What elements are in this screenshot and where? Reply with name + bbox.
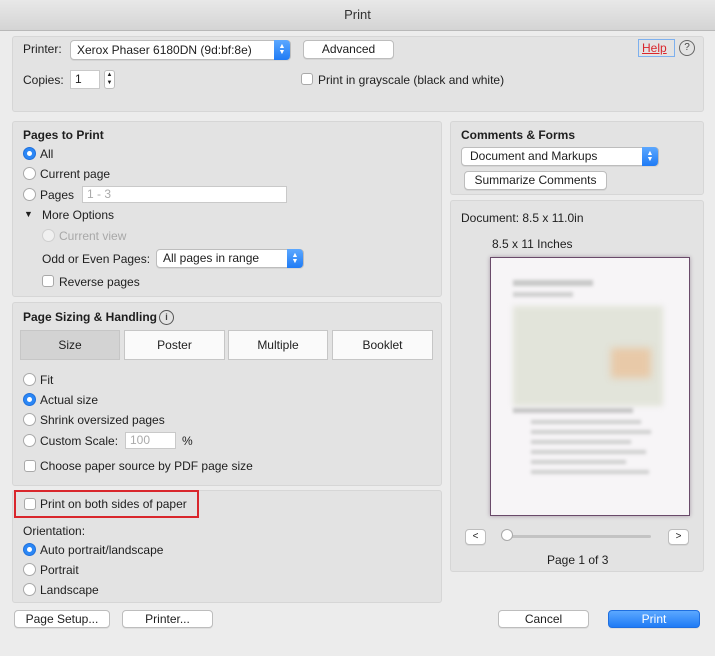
preview-map-detail [611,348,651,378]
radio-all[interactable] [23,147,36,160]
tab-size[interactable]: Size [20,330,120,360]
copies-label: Copies: [23,73,64,87]
preview-text-line [531,430,651,434]
grayscale-label: Print in grayscale (black and white) [318,73,505,87]
radio-current-view-label: Current view [59,229,127,243]
grayscale-checkbox[interactable] [301,73,313,85]
radio-landscape[interactable] [23,583,36,596]
odd-even-label: Odd or Even Pages: [42,252,151,266]
updown-arrows-icon: ▲ ▼ [274,40,290,60]
preview-text-line [531,460,626,464]
updown-arrows-icon: ▲ ▼ [642,147,658,166]
odd-even-select[interactable]: All pages in range ▲ ▼ [156,249,304,268]
radio-landscape-label: Landscape [40,583,99,597]
preview-size-label: 8.5 x 11 Inches [492,237,573,251]
copies-input[interactable]: 1 [70,70,100,89]
duplex-label: Print on both sides of paper [40,497,187,511]
paper-source-checkbox[interactable] [24,460,36,472]
comments-heading: Comments & Forms [461,128,576,142]
preview-text-line [513,280,593,286]
page-slider-track [505,535,651,538]
printer-select[interactable]: Xerox Phaser 6180DN (9d:bf:8e) ▲ ▼ [70,40,291,60]
pages-heading: Pages to Print [23,128,104,142]
radio-portrait[interactable] [23,563,36,576]
page-slider-thumb[interactable] [501,529,513,541]
odd-even-value: All pages in range [163,251,260,265]
preview-text-line [531,450,646,454]
radio-actual-size-label: Actual size [40,393,99,407]
info-icon[interactable]: i [159,310,174,325]
radio-all-label: All [40,147,54,161]
radio-fit-label: Fit [40,373,54,387]
preview-text-line [513,408,633,413]
printer-label: Printer: [23,42,62,56]
orientation-heading: Orientation: [23,524,86,538]
preview-text-line [531,420,641,424]
copies-stepper[interactable]: ▲ ▼ [104,70,115,89]
radio-portrait-label: Portrait [40,563,79,577]
title-bar: Print [0,0,715,31]
preview-text-line [531,440,631,444]
disclosure-triangle-icon[interactable]: ▼ [24,209,33,219]
summarize-comments-button[interactable]: Summarize Comments [464,171,607,190]
radio-current-view[interactable] [42,229,55,242]
preview-text-line [513,292,573,297]
radio-shrink[interactable] [23,413,36,426]
reverse-pages-label: Reverse pages [59,275,140,289]
custom-scale-input[interactable]: 100 [125,432,176,449]
percent-label: % [182,434,193,448]
radio-pages-label: Pages [40,188,75,202]
comments-select[interactable]: Document and Markups ▲ ▼ [461,147,659,166]
comments-value: Document and Markups [470,149,598,163]
radio-custom-scale-label: Custom Scale: [40,434,119,448]
paper-source-label: Choose paper source by PDF page size [40,459,253,473]
cancel-button[interactable]: Cancel [498,610,589,628]
help-question-icon[interactable]: ? [679,40,695,56]
page-setup-button[interactable]: Page Setup... [14,610,110,628]
page-indicator: Page 1 of 3 [547,553,609,567]
help-link[interactable]: Help [642,41,667,55]
radio-shrink-label: Shrink oversized pages [40,413,165,427]
window-title: Print [344,7,371,22]
radio-custom-scale[interactable] [23,434,36,447]
tab-booklet[interactable]: Booklet [332,330,433,360]
printer-value: Xerox Phaser 6180DN (9d:bf:8e) [77,43,252,57]
updown-arrows-icon: ▲ ▼ [287,249,303,268]
sizing-heading: Page Sizing & Handling [23,310,158,324]
radio-pages[interactable] [23,188,36,201]
tab-poster[interactable]: Poster [124,330,225,360]
tab-multiple[interactable]: Multiple [228,330,328,360]
radio-actual-size[interactable] [23,393,36,406]
advanced-button[interactable]: Advanced [303,40,394,59]
printer-button[interactable]: Printer... [122,610,213,628]
pages-range-input[interactable]: 1 - 3 [82,186,287,203]
reverse-pages-checkbox[interactable] [42,275,54,287]
document-size-label: Document: 8.5 x 11.0in [461,211,584,225]
more-options-label[interactable]: More Options [42,208,114,222]
next-page-button[interactable]: > [668,529,689,545]
radio-current-page-label: Current page [40,167,111,181]
radio-current-page[interactable] [23,167,36,180]
duplex-checkbox[interactable] [24,498,36,510]
radio-auto-orientation-label: Auto portrait/landscape [40,543,164,557]
print-button[interactable]: Print [608,610,700,628]
preview-text-line [531,470,649,474]
prev-page-button[interactable]: < [465,529,486,545]
page-preview [490,257,690,516]
radio-fit[interactable] [23,373,36,386]
radio-auto-orientation[interactable] [23,543,36,556]
